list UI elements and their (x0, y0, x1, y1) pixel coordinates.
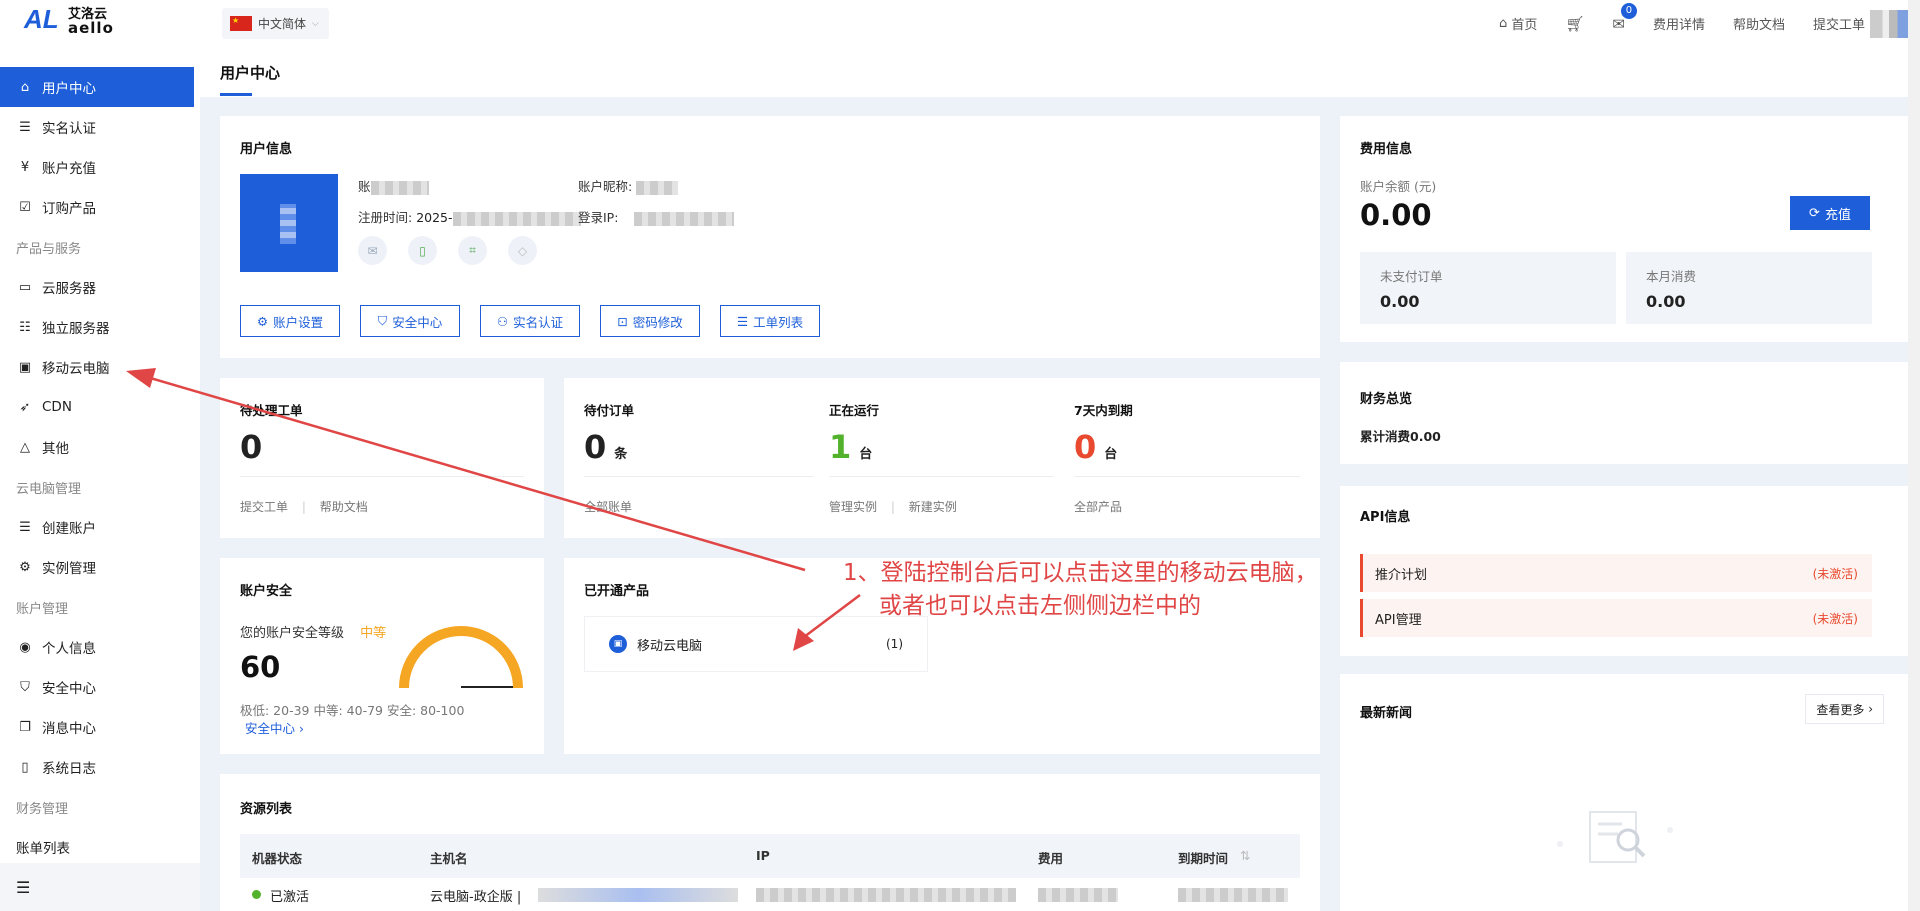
annotation-arrows (126, 368, 861, 651)
annotation-text: 1、登陆控制台后可以点击这里的移动云电脑， 或者也可以点击左侧侧边栏中的 (843, 560, 1318, 619)
